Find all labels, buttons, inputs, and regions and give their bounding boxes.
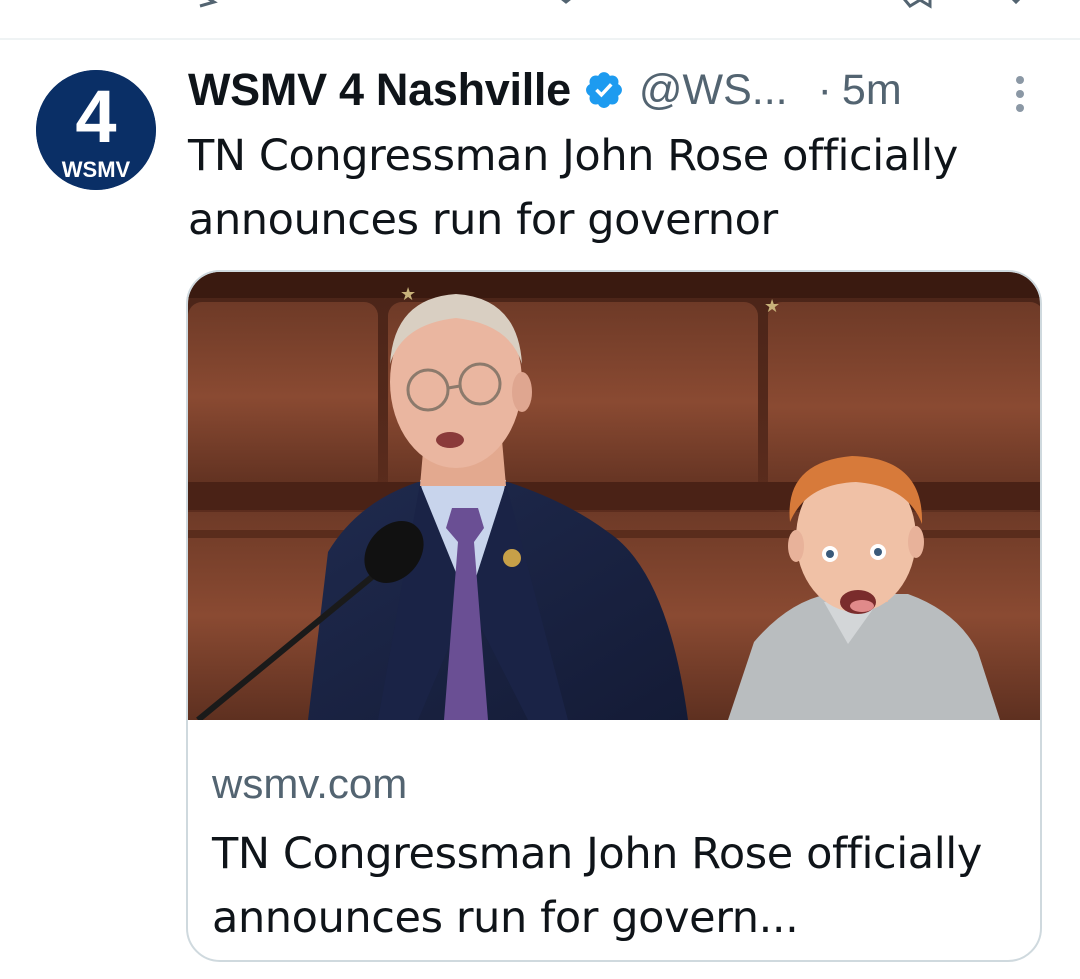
more-vertical-icon[interactable] [1006, 74, 1034, 114]
tweet-text: TN Congressman John Rose officially anno… [188, 131, 958, 245]
link-card[interactable]: ★ ★ wsmv.com TN Congressman John Rose of… [186, 270, 1042, 962]
timestamp[interactable]: 5m [842, 66, 902, 115]
svg-text:★: ★ [764, 296, 780, 317]
tweet-action-bar [0, 0, 1080, 38]
handle[interactable]: @WS... [639, 66, 788, 115]
avatar-number: 4 [75, 75, 116, 158]
card-photo: ★ ★ [188, 272, 1040, 720]
verified-badge-icon[interactable] [583, 69, 625, 111]
divider [0, 38, 1080, 40]
card-domain[interactable]: wsmv.com [212, 760, 407, 808]
tweet-header: WSMV 4 Nashville @WS... · 5m [188, 62, 902, 118]
card-image[interactable]: ★ ★ [188, 272, 1040, 720]
separator-dot: · [817, 65, 832, 114]
wsmv-logo-icon: 4 WSMV [36, 70, 156, 190]
display-name[interactable]: WSMV 4 Nashville [188, 64, 571, 116]
avatar[interactable]: 4 WSMV [36, 70, 156, 190]
avatar-label: WSMV [62, 157, 131, 182]
reply-icon[interactable] [0, 0, 1080, 38]
card-title[interactable]: TN Congressman John Rose officially anno… [212, 822, 1022, 950]
svg-text:★: ★ [400, 284, 416, 305]
